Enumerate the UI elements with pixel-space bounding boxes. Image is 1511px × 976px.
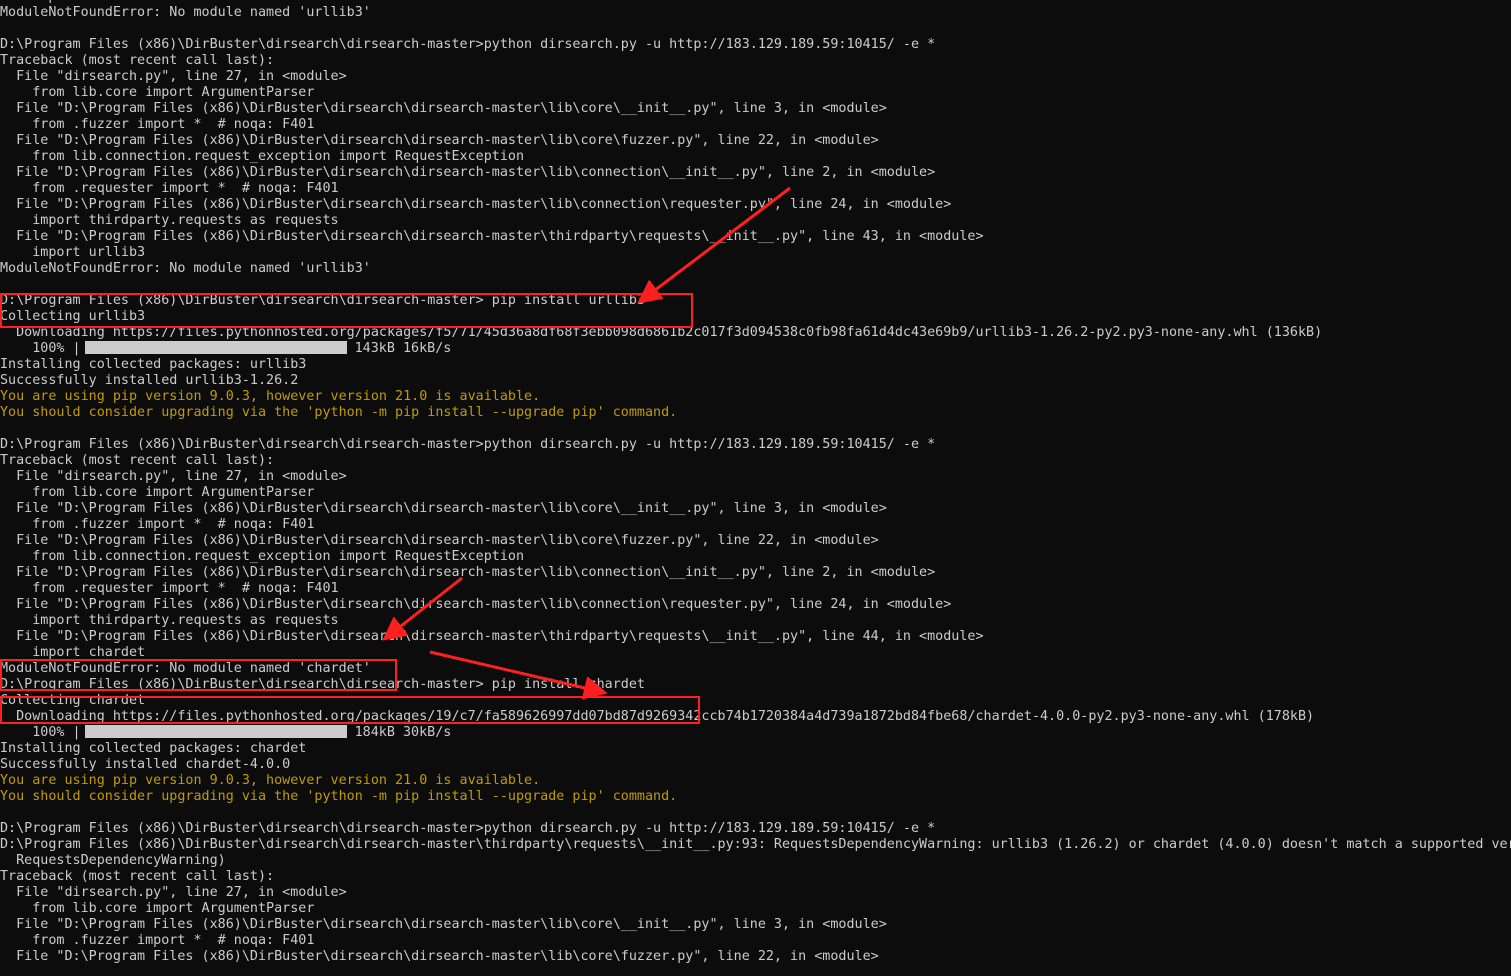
terminal-line: Successfully installed urllib3-1.26.2 bbox=[0, 373, 299, 388]
terminal-line: File "D:\Program Files (x86)\DirBuster\d… bbox=[0, 501, 887, 516]
terminal-line: Downloading https://files.pythonhosted.o… bbox=[0, 325, 1323, 340]
terminal-progress-line: 100% | 184kB 30kB/s bbox=[0, 725, 1511, 741]
terminal-line: import chardet bbox=[0, 645, 146, 660]
progress-stats: 143kB 16kB/s bbox=[354, 341, 452, 356]
terminal-line: D:\Program Files (x86)\DirBuster\dirsear… bbox=[0, 821, 936, 836]
terminal-progress-line: 100% | 143kB 16kB/s bbox=[0, 341, 1511, 357]
progress-bar bbox=[84, 341, 347, 354]
terminal-line: ModuleNotFoundError: No module named 'ur… bbox=[0, 261, 371, 276]
progress-stats: 184kB 30kB/s bbox=[354, 725, 452, 740]
terminal-line: from .fuzzer import * # noqa: F401 bbox=[0, 117, 315, 132]
terminal-line: RequestsDependencyWarning) bbox=[0, 853, 226, 868]
terminal-line: Downloading https://files.pythonhosted.o… bbox=[0, 709, 1315, 724]
terminal-line: Traceback (most recent call last): bbox=[0, 53, 275, 68]
progress-percent: 100% | bbox=[0, 341, 81, 356]
terminal-line: Collecting urllib3 bbox=[0, 309, 146, 324]
terminal-line: D:\Program Files (x86)\DirBuster\dirsear… bbox=[0, 677, 645, 692]
terminal-line: from lib.core import ArgumentParser bbox=[0, 485, 315, 500]
terminal-line: from lib.core import ArgumentParser bbox=[0, 901, 315, 916]
terminal-line: Collecting chardet bbox=[0, 693, 146, 708]
terminal-line: import thirdparty.requests as requests bbox=[0, 613, 339, 628]
terminal-warning-line: You are using pip version 9.0.3, however… bbox=[0, 389, 541, 404]
terminal-line: File "D:\Program Files (x86)\DirBuster\d… bbox=[0, 597, 952, 612]
terminal-line: File "D:\Program Files (x86)\DirBuster\d… bbox=[0, 165, 936, 180]
terminal-line: File "D:\Program Files (x86)\DirBuster\d… bbox=[0, 629, 984, 644]
terminal-line: Traceback (most recent call last): bbox=[0, 453, 275, 468]
terminal-line: D:\Program Files (x86)\DirBuster\dirsear… bbox=[0, 37, 936, 52]
terminal-line: Installing collected packages: urllib3 bbox=[0, 357, 307, 372]
terminal-line: File "dirsearch.py", line 27, in <module… bbox=[0, 885, 347, 900]
terminal-line: D:\Program Files (x86)\DirBuster\dirsear… bbox=[0, 837, 1511, 852]
progress-percent: 100% | bbox=[0, 725, 81, 740]
terminal-line: File "dirsearch.py", line 27, in <module… bbox=[0, 469, 347, 484]
terminal-line: from .fuzzer import * # noqa: F401 bbox=[0, 933, 315, 948]
terminal-line: File "D:\Program Files (x86)\DirBuster\d… bbox=[0, 565, 936, 580]
terminal-warning-line: You should consider upgrading via the 'p… bbox=[0, 405, 678, 420]
terminal-line: ModuleNotFoundError: No module named 'ch… bbox=[0, 661, 371, 676]
terminal-line: D:\Program Files (x86)\DirBuster\dirsear… bbox=[0, 437, 936, 452]
terminal-line: File "D:\Program Files (x86)\DirBuster\d… bbox=[0, 533, 879, 548]
terminal-line: D:\Program Files (x86)\DirBuster\dirsear… bbox=[0, 293, 645, 308]
terminal-line: from .requester import * # noqa: F401 bbox=[0, 181, 339, 196]
terminal-line: File "D:\Program Files (x86)\DirBuster\d… bbox=[0, 197, 952, 212]
terminal-line: File "dirsearch.py", line 27, in <module… bbox=[0, 69, 347, 84]
terminal-line: from lib.connection.request_exception im… bbox=[0, 149, 525, 164]
terminal-line: from lib.connection.request_exception im… bbox=[0, 549, 525, 564]
terminal-line: import thirdparty.requests as requests bbox=[0, 213, 339, 228]
terminal-warning-line: You are using pip version 9.0.3, however… bbox=[0, 773, 541, 788]
terminal-line: Installing collected packages: chardet bbox=[0, 741, 307, 756]
terminal-line: import urllib3 bbox=[0, 245, 146, 260]
terminal-line: File "D:\Program Files (x86)\DirBuster\d… bbox=[0, 101, 887, 116]
terminal-line: from lib.core import ArgumentParser bbox=[0, 85, 315, 100]
terminal-output[interactable]: import urllib3ModuleNotFoundError: No mo… bbox=[0, 0, 1511, 965]
terminal-line: File "D:\Program Files (x86)\DirBuster\d… bbox=[0, 949, 879, 964]
terminal-line: Successfully installed chardet-4.0.0 bbox=[0, 757, 291, 772]
terminal-line: from .requester import * # noqa: F401 bbox=[0, 581, 339, 596]
terminal-line: from .fuzzer import * # noqa: F401 bbox=[0, 517, 315, 532]
terminal-line: File "D:\Program Files (x86)\DirBuster\d… bbox=[0, 917, 887, 932]
terminal-warning-line: You should consider upgrading via the 'p… bbox=[0, 789, 678, 804]
progress-bar bbox=[84, 725, 347, 738]
terminal-line: File "D:\Program Files (x86)\DirBuster\d… bbox=[0, 229, 984, 244]
terminal-line: Traceback (most recent call last): bbox=[0, 869, 275, 884]
terminal-line: ModuleNotFoundError: No module named 'ur… bbox=[0, 5, 371, 20]
terminal-line: File "D:\Program Files (x86)\DirBuster\d… bbox=[0, 133, 879, 148]
